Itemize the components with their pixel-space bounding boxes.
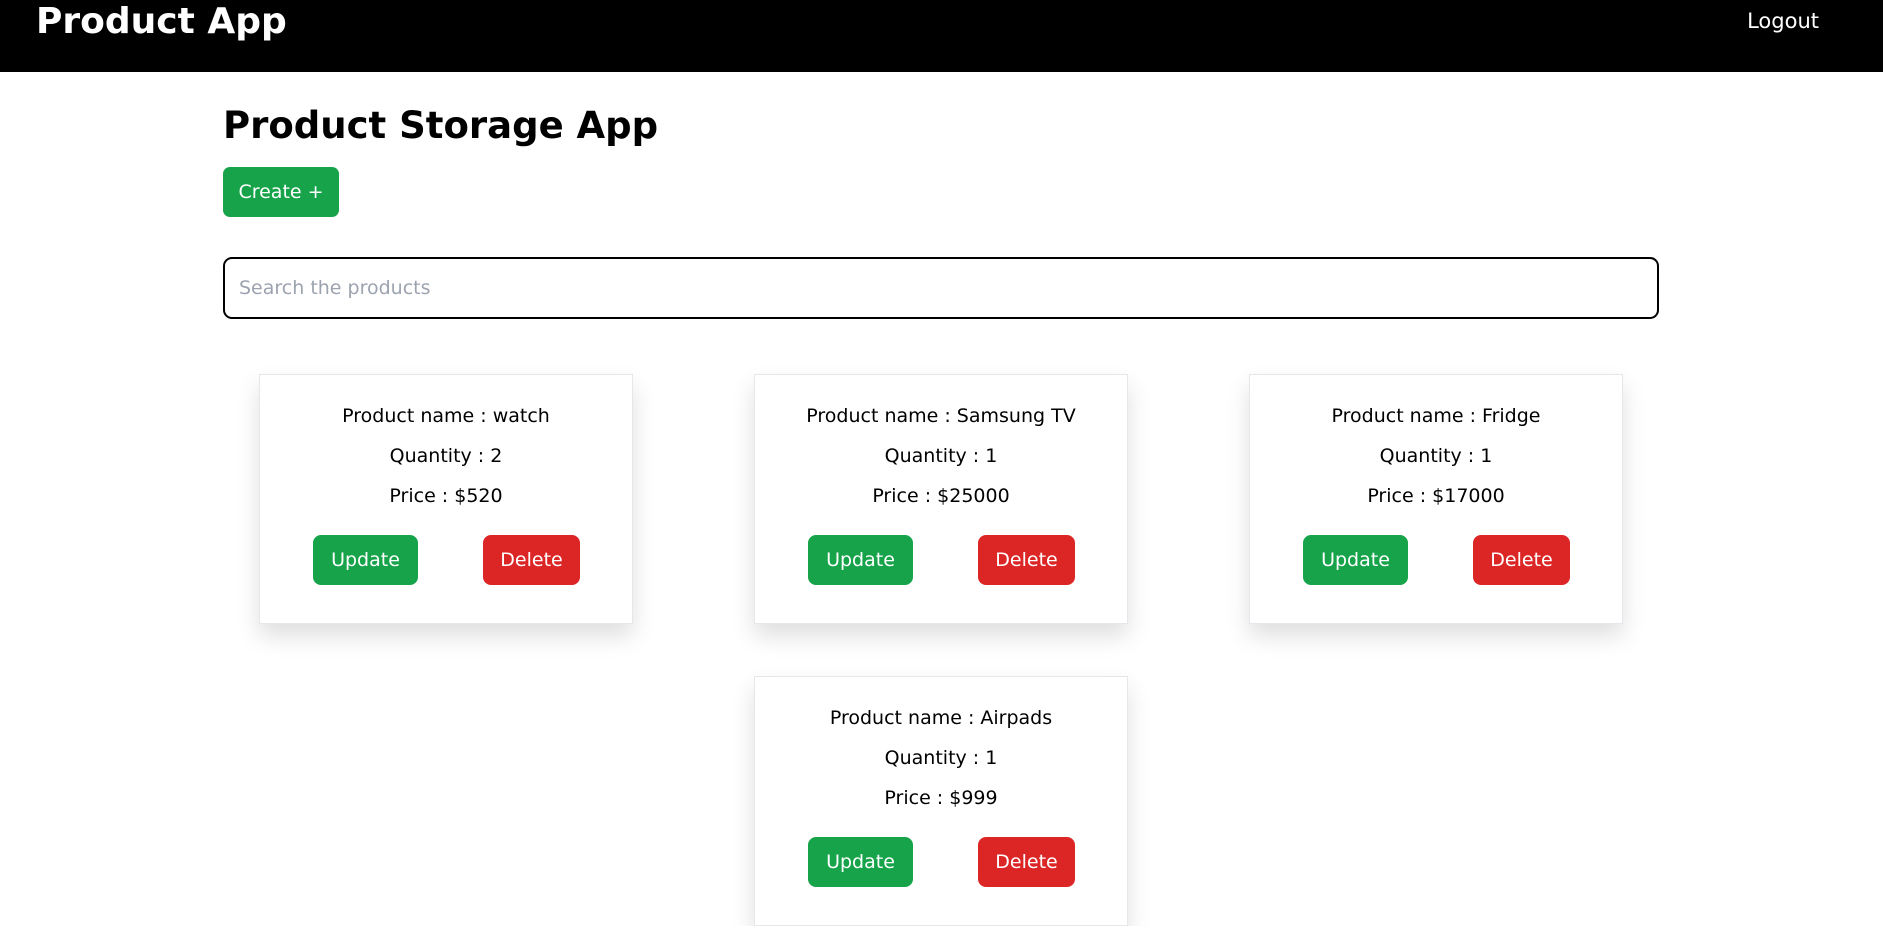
product-card: Product name : Airpads Quantity : 1 Pric… — [754, 676, 1128, 926]
product-name: Product name : Fridge — [1331, 405, 1541, 427]
delete-button[interactable]: Delete — [978, 535, 1075, 585]
product-price: Price : $25000 — [872, 485, 1010, 507]
update-button[interactable]: Update — [808, 837, 913, 887]
product-quantity: Quantity : 2 — [389, 445, 503, 467]
product-card: Product name : watch Quantity : 2 Price … — [259, 374, 633, 624]
delete-button[interactable]: Delete — [483, 535, 580, 585]
product-name: Product name : Airpads — [829, 707, 1053, 729]
product-quantity: Quantity : 1 — [884, 445, 998, 467]
product-card: Product name : Samsung TV Quantity : 1 P… — [754, 374, 1128, 624]
update-button[interactable]: Update — [1303, 535, 1408, 585]
brand-title[interactable]: Product App — [36, 0, 287, 44]
product-card: Product name : Fridge Quantity : 1 Price… — [1249, 374, 1623, 624]
page-title: Product Storage App — [223, 104, 659, 147]
top-navbar: Product App Logout — [0, 0, 1883, 72]
update-button[interactable]: Update — [313, 535, 418, 585]
update-button[interactable]: Update — [808, 535, 913, 585]
create-button[interactable]: Create + — [223, 167, 339, 217]
product-quantity: Quantity : 1 — [884, 747, 998, 769]
product-price: Price : $17000 — [1367, 485, 1505, 507]
product-price: Price : $999 — [884, 787, 998, 809]
product-name: Product name : watch — [342, 405, 550, 427]
logout-link[interactable]: Logout — [1747, 6, 1819, 36]
delete-button[interactable]: Delete — [978, 837, 1075, 887]
product-price: Price : $520 — [389, 485, 503, 507]
delete-button[interactable]: Delete — [1473, 535, 1570, 585]
search-input[interactable] — [223, 257, 1659, 319]
product-quantity: Quantity : 1 — [1379, 445, 1493, 467]
product-name: Product name : Samsung TV — [806, 405, 1076, 427]
